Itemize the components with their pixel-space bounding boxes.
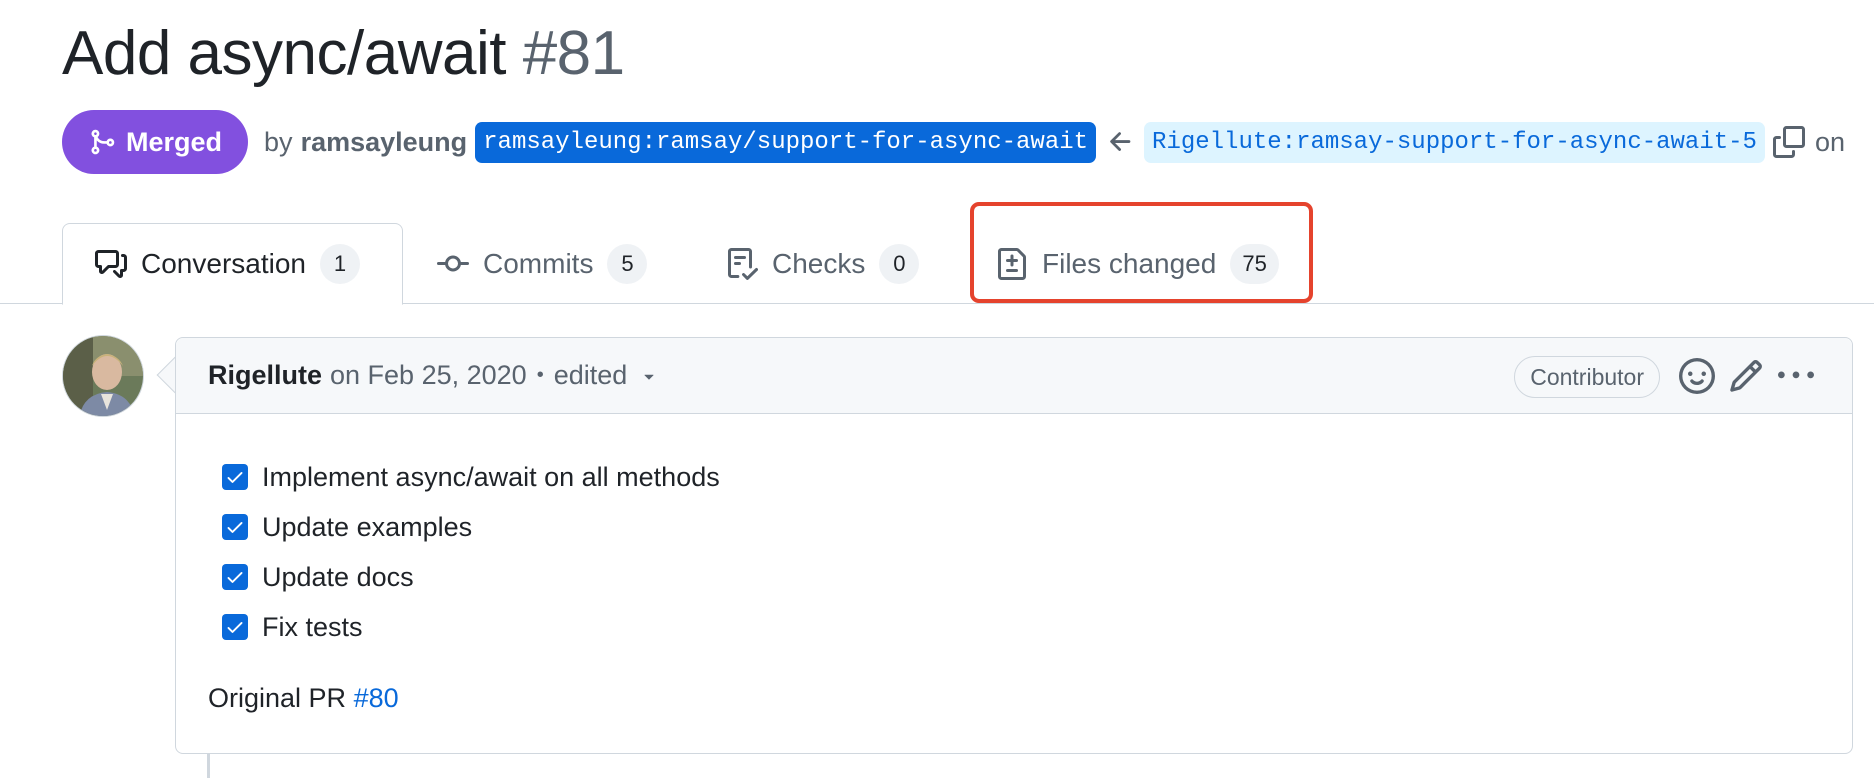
tab-checks-label: Checks <box>772 247 866 279</box>
tab-commits-label: Commits <box>483 247 594 279</box>
original-pr-link[interactable]: #80 <box>354 683 399 713</box>
pencil-icon[interactable] <box>1728 358 1764 394</box>
git-commit-icon <box>437 255 469 271</box>
task-list-item: Fix tests <box>222 602 720 652</box>
chevron-down-icon[interactable] <box>639 366 659 386</box>
task-label: Fix tests <box>262 611 363 642</box>
check-icon <box>227 522 243 533</box>
avatar-image <box>63 336 143 416</box>
original-pr-line: Original PR #80 <box>208 683 399 714</box>
contributor-badge: Contributor <box>1514 356 1660 398</box>
on-text: on <box>1814 126 1845 157</box>
tab-commits[interactable]: Commits 5 <box>437 223 648 304</box>
head-branch-label[interactable]: Rigellute:ramsay-support-for-async-await… <box>1144 121 1765 163</box>
task-checkbox[interactable] <box>222 614 248 640</box>
tab-commits-count: 5 <box>607 243 648 284</box>
task-list-item: Update examples <box>222 502 720 552</box>
edited-label[interactable]: edited <box>554 360 628 391</box>
task-label: Update docs <box>262 561 414 592</box>
comment-date[interactable]: on Feb 25, 2020 <box>330 360 527 391</box>
pr-title-text: Add async/await <box>62 19 506 88</box>
comment-author-link[interactable]: Rigellute <box>208 360 322 391</box>
pr-meta-row: Merged by ramsayleung ramsayleung:ramsay… <box>62 110 1845 174</box>
comment-discussion-icon <box>95 250 127 278</box>
task-checkbox[interactable] <box>222 514 248 540</box>
task-checkbox[interactable] <box>222 464 248 490</box>
check-icon <box>227 472 243 483</box>
pr-author-link[interactable]: ramsayleung <box>301 127 468 158</box>
pr-tabs: Conversation 1 Commits 5 Checks 0 Files … <box>0 223 1874 305</box>
kebab-horizontal-icon[interactable] <box>1778 358 1814 394</box>
files-changed-highlight <box>970 202 1313 303</box>
comment-header: Rigellute on Feb 25, 2020 • edited Contr… <box>176 338 1852 414</box>
tab-conversation-count: 1 <box>319 244 360 284</box>
timeline-line <box>207 754 210 778</box>
task-list-item: Update docs <box>222 552 720 602</box>
comment-separator: • <box>536 364 544 386</box>
task-list-item: Implement async/await on all methods <box>222 452 720 502</box>
git-merge-icon <box>91 129 115 155</box>
merged-label: Merged <box>126 126 223 157</box>
pr-number: #81 <box>522 19 625 88</box>
base-branch-label[interactable]: ramsayleung:ramsay/support-for-async-awa… <box>475 121 1097 163</box>
check-icon <box>227 622 243 633</box>
task-label: Implement async/await on all methods <box>262 461 720 492</box>
tab-checks[interactable]: Checks 0 <box>726 223 920 304</box>
original-pr-text: Original PR <box>208 683 347 713</box>
arrow-left-icon <box>1110 132 1131 151</box>
avatar[interactable] <box>62 335 144 417</box>
checklist-icon <box>728 247 758 280</box>
merged-state-badge: Merged <box>62 110 249 174</box>
check-icon <box>227 572 243 583</box>
pr-title: Add async/await #81 <box>62 18 625 89</box>
tab-conversation[interactable]: Conversation 1 <box>62 223 403 305</box>
tab-checks-count: 0 <box>879 243 920 284</box>
pr-description-comment: Rigellute on Feb 25, 2020 • edited Contr… <box>175 337 1853 754</box>
task-label: Update examples <box>262 511 473 542</box>
copy-icon[interactable] <box>1772 126 1805 158</box>
by-text: by <box>264 126 293 157</box>
smiley-icon[interactable] <box>1679 358 1715 394</box>
task-list: Implement async/await on all methods Upd… <box>222 452 720 652</box>
task-checkbox[interactable] <box>222 564 248 590</box>
tab-conversation-label: Conversation <box>141 248 306 279</box>
